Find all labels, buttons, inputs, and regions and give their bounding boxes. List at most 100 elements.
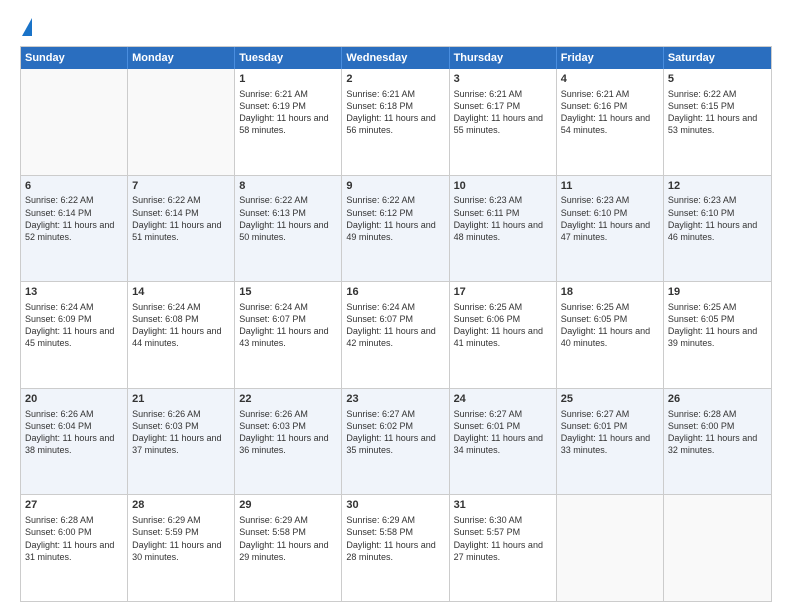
sunrise-text: Sunrise: 6:27 AM	[346, 408, 444, 420]
sunset-text: Sunset: 6:19 PM	[239, 100, 337, 112]
calendar-cell: 27Sunrise: 6:28 AMSunset: 6:00 PMDayligh…	[21, 495, 128, 601]
sunset-text: Sunset: 6:07 PM	[239, 313, 337, 325]
daylight-text: Daylight: 11 hours and 52 minutes.	[25, 219, 123, 243]
calendar-header-cell: Thursday	[450, 47, 557, 69]
calendar-cell: 9Sunrise: 6:22 AMSunset: 6:12 PMDaylight…	[342, 176, 449, 282]
sunset-text: Sunset: 5:57 PM	[454, 526, 552, 538]
sunset-text: Sunset: 6:10 PM	[668, 207, 767, 219]
sunrise-text: Sunrise: 6:24 AM	[132, 301, 230, 313]
sunrise-text: Sunrise: 6:22 AM	[239, 194, 337, 206]
sunset-text: Sunset: 6:05 PM	[668, 313, 767, 325]
sunset-text: Sunset: 6:09 PM	[25, 313, 123, 325]
day-number: 23	[346, 392, 444, 407]
daylight-text: Daylight: 11 hours and 53 minutes.	[668, 112, 767, 136]
daylight-text: Daylight: 11 hours and 50 minutes.	[239, 219, 337, 243]
sunset-text: Sunset: 6:11 PM	[454, 207, 552, 219]
sunset-text: Sunset: 6:18 PM	[346, 100, 444, 112]
calendar-body: 1 Sunrise: 6:21 AM Sunset: 6:19 PM Daylight…	[21, 69, 771, 601]
calendar-cell	[128, 69, 235, 175]
calendar-row: 13Sunrise: 6:24 AMSunset: 6:09 PMDayligh…	[21, 281, 771, 388]
day-number: 26	[668, 392, 767, 407]
daylight-text: Daylight: 11 hours and 27 minutes.	[454, 539, 552, 563]
sunrise-text: Sunrise: 6:30 AM	[454, 514, 552, 526]
day-number: 16	[346, 285, 444, 300]
calendar-header-cell: Friday	[557, 47, 664, 69]
sunset-text: Sunset: 6:13 PM	[239, 207, 337, 219]
calendar-header: SundayMondayTuesdayWednesdayThursdayFrid…	[21, 47, 771, 69]
day-number: 11	[561, 179, 659, 194]
daylight-text: Daylight: 11 hours and 55 minutes.	[454, 112, 552, 136]
day-number: 4	[561, 72, 659, 87]
daylight-text: Daylight: 11 hours and 39 minutes.	[668, 325, 767, 349]
sunset-text: Sunset: 5:58 PM	[239, 526, 337, 538]
calendar-cell: 25Sunrise: 6:27 AMSunset: 6:01 PMDayligh…	[557, 389, 664, 495]
sunrise-text: Sunrise: 6:27 AM	[561, 408, 659, 420]
daylight-text: Daylight: 11 hours and 41 minutes.	[454, 325, 552, 349]
sunrise-text: Sunrise: 6:22 AM	[668, 88, 767, 100]
day-number: 1	[239, 72, 337, 87]
sunrise-text: Sunrise: 6:28 AM	[668, 408, 767, 420]
calendar-cell: 4Sunrise: 6:21 AMSunset: 6:16 PMDaylight…	[557, 69, 664, 175]
day-number: 30	[346, 498, 444, 513]
calendar-cell	[557, 495, 664, 601]
daylight-text: Daylight: 11 hours and 54 minutes.	[561, 112, 659, 136]
sunset-text: Sunset: 6:10 PM	[561, 207, 659, 219]
daylight-text: Daylight: 11 hours and 30 minutes.	[132, 539, 230, 563]
sunset-text: Sunset: 6:15 PM	[668, 100, 767, 112]
calendar-header-cell: Tuesday	[235, 47, 342, 69]
sunrise-text: Sunrise: 6:24 AM	[25, 301, 123, 313]
sunrise-text: Sunrise: 6:21 AM	[454, 88, 552, 100]
sunrise-text: Sunrise: 6:24 AM	[239, 301, 337, 313]
daylight-text: Daylight: 11 hours and 40 minutes.	[561, 325, 659, 349]
day-number: 8	[239, 179, 337, 194]
sunset-text: Sunset: 6:16 PM	[561, 100, 659, 112]
calendar-cell: 30Sunrise: 6:29 AMSunset: 5:58 PMDayligh…	[342, 495, 449, 601]
sunrise-text: Sunrise: 6:23 AM	[668, 194, 767, 206]
sunrise-text: Sunrise: 6:27 AM	[454, 408, 552, 420]
daylight-text: Daylight: 11 hours and 48 minutes.	[454, 219, 552, 243]
sunrise-text: Sunrise: 6:21 AM	[346, 88, 444, 100]
calendar-cell: 10Sunrise: 6:23 AMSunset: 6:11 PMDayligh…	[450, 176, 557, 282]
day-number: 6	[25, 179, 123, 194]
day-number: 7	[132, 179, 230, 194]
daylight-text: Daylight: 11 hours and 42 minutes.	[346, 325, 444, 349]
calendar-cell: 26Sunrise: 6:28 AMSunset: 6:00 PMDayligh…	[664, 389, 771, 495]
calendar-cell: 31Sunrise: 6:30 AMSunset: 5:57 PMDayligh…	[450, 495, 557, 601]
day-number: 12	[668, 179, 767, 194]
day-number: 27	[25, 498, 123, 513]
header	[20, 18, 772, 38]
sunset-text: Sunset: 5:59 PM	[132, 526, 230, 538]
daylight-text: Daylight: 11 hours and 47 minutes.	[561, 219, 659, 243]
sunset-text: Sunset: 6:01 PM	[561, 420, 659, 432]
day-number: 19	[668, 285, 767, 300]
day-number: 28	[132, 498, 230, 513]
day-number: 15	[239, 285, 337, 300]
calendar-cell: 22Sunrise: 6:26 AMSunset: 6:03 PMDayligh…	[235, 389, 342, 495]
sunrise-text: Sunrise: 6:25 AM	[668, 301, 767, 313]
sunrise-text: Sunrise: 6:25 AM	[454, 301, 552, 313]
daylight-text: Daylight: 11 hours and 56 minutes.	[346, 112, 444, 136]
sunset-text: Sunset: 6:01 PM	[454, 420, 552, 432]
sunrise-text: Sunrise: 6:23 AM	[454, 194, 552, 206]
sunrise-text: Sunrise: 6:21 AM	[561, 88, 659, 100]
day-number: 14	[132, 285, 230, 300]
sunrise-text: Sunrise: 6:28 AM	[25, 514, 123, 526]
daylight-text: Daylight: 11 hours and 35 minutes.	[346, 432, 444, 456]
daylight-text: Daylight: 11 hours and 51 minutes.	[132, 219, 230, 243]
sunset-text: Sunset: 6:00 PM	[25, 526, 123, 538]
sunset-text: Sunset: 6:08 PM	[132, 313, 230, 325]
calendar-cell: 20Sunrise: 6:26 AMSunset: 6:04 PMDayligh…	[21, 389, 128, 495]
calendar-cell: 24Sunrise: 6:27 AMSunset: 6:01 PMDayligh…	[450, 389, 557, 495]
calendar-cell: 3Sunrise: 6:21 AMSunset: 6:17 PMDaylight…	[450, 69, 557, 175]
day-number: 21	[132, 392, 230, 407]
sunrise-text: Sunrise: 6:22 AM	[346, 194, 444, 206]
sunset-text: Sunset: 6:00 PM	[668, 420, 767, 432]
calendar-cell: 21Sunrise: 6:26 AMSunset: 6:03 PMDayligh…	[128, 389, 235, 495]
calendar-header-cell: Monday	[128, 47, 235, 69]
day-number: 2	[346, 72, 444, 87]
daylight-text: Daylight: 11 hours and 37 minutes.	[132, 432, 230, 456]
sunrise-text: Sunrise: 6:23 AM	[561, 194, 659, 206]
daylight-text: Daylight: 11 hours and 33 minutes.	[561, 432, 659, 456]
daylight-text: Daylight: 11 hours and 31 minutes.	[25, 539, 123, 563]
sunset-text: Sunset: 6:03 PM	[239, 420, 337, 432]
